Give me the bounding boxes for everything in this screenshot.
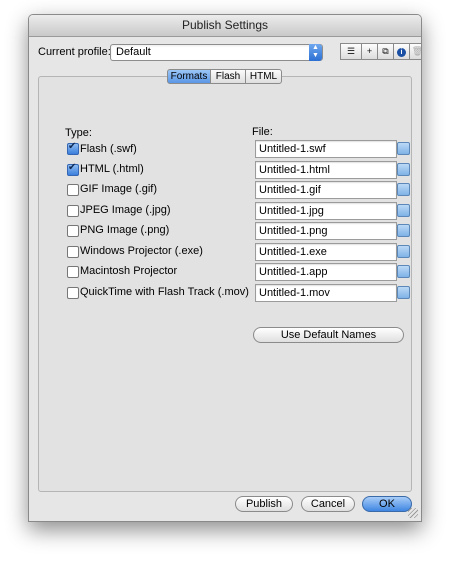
macintosh-projector-label: Macintosh Projector <box>80 265 178 277</box>
folder-icon[interactable] <box>397 245 410 258</box>
cancel-button[interactable]: Cancel <box>301 496 355 512</box>
gif-checkbox[interactable] <box>67 184 79 196</box>
folder-icon[interactable] <box>397 142 410 155</box>
trash-icon: 🗑 <box>412 46 421 56</box>
quicktime-file-input[interactable] <box>255 284 397 302</box>
info-icon: i <box>397 48 406 57</box>
select-arrows-icon: ▲ ▼ <box>309 44 322 61</box>
publish-settings-dialog: Publish Settings Current profile: Defaul… <box>28 14 422 522</box>
quicktime-label: QuickTime with Flash Track (.mov) <box>80 286 249 298</box>
windows-projector-file-input[interactable] <box>255 243 397 261</box>
gif-file-input[interactable] <box>255 181 397 199</box>
tab-flash[interactable]: Flash <box>210 69 246 84</box>
type-header: Type: <box>65 127 92 139</box>
folder-icon[interactable] <box>397 204 410 217</box>
jpeg-file-input[interactable] <box>255 202 397 220</box>
windows-projector-checkbox[interactable] <box>67 246 79 258</box>
formats-panel: Type: File: Flash (.swf) HTML (.html) GI… <box>38 76 412 492</box>
folder-icon[interactable] <box>397 265 410 278</box>
quicktime-checkbox[interactable] <box>67 287 79 299</box>
flash-file-input[interactable] <box>255 140 397 158</box>
current-profile-label: Current profile: <box>38 46 111 58</box>
jpeg-label: JPEG Image (.jpg) <box>80 204 171 216</box>
macintosh-projector-file-input[interactable] <box>255 263 397 281</box>
html-checkbox[interactable] <box>67 162 79 176</box>
publish-button[interactable]: Publish <box>235 496 293 512</box>
gif-label: GIF Image (.gif) <box>80 183 158 195</box>
macintosh-projector-checkbox[interactable] <box>67 266 79 278</box>
png-file-input[interactable] <box>255 222 397 240</box>
profile-menu-icon: ☰ <box>346 46 356 56</box>
png-checkbox[interactable] <box>67 225 79 237</box>
folder-icon[interactable] <box>397 163 410 176</box>
profile-menu-button[interactable]: ☰ <box>340 43 362 60</box>
add-profile-icon: + <box>366 46 373 56</box>
duplicate-profile-icon: ⧉ <box>382 46 389 56</box>
flash-label: Flash (.swf) <box>80 143 137 155</box>
flash-checkbox[interactable] <box>67 141 79 155</box>
info-button[interactable]: i <box>393 43 410 60</box>
png-label: PNG Image (.png) <box>80 224 170 236</box>
delete-profile-button[interactable]: 🗑 <box>409 43 421 60</box>
folder-icon[interactable] <box>397 224 410 237</box>
folder-icon[interactable] <box>397 286 410 299</box>
ok-button[interactable]: OK <box>362 496 412 512</box>
profile-row: Current profile: Default ▲▼ ☰ + ⧉ i 🗑 <box>38 43 421 62</box>
tab-html[interactable]: HTML <box>245 69 282 84</box>
tab-formats[interactable]: Formats <box>167 69 211 84</box>
use-default-names-button[interactable]: Use Default Names <box>253 327 404 343</box>
resize-grip[interactable] <box>408 508 418 518</box>
windows-projector-label: Windows Projector (.exe) <box>80 245 203 257</box>
window-title: Publish Settings <box>29 15 421 37</box>
jpeg-checkbox[interactable] <box>67 205 79 217</box>
file-header: File: <box>252 126 273 138</box>
duplicate-profile-button[interactable]: ⧉ <box>377 43 394 60</box>
html-file-input[interactable] <box>255 161 397 179</box>
add-profile-button[interactable]: + <box>361 43 378 60</box>
folder-icon[interactable] <box>397 183 410 196</box>
html-label: HTML (.html) <box>80 163 144 175</box>
current-profile-select[interactable]: Default ▲ ▼ <box>110 44 323 61</box>
current-profile-value: Default <box>116 46 151 58</box>
